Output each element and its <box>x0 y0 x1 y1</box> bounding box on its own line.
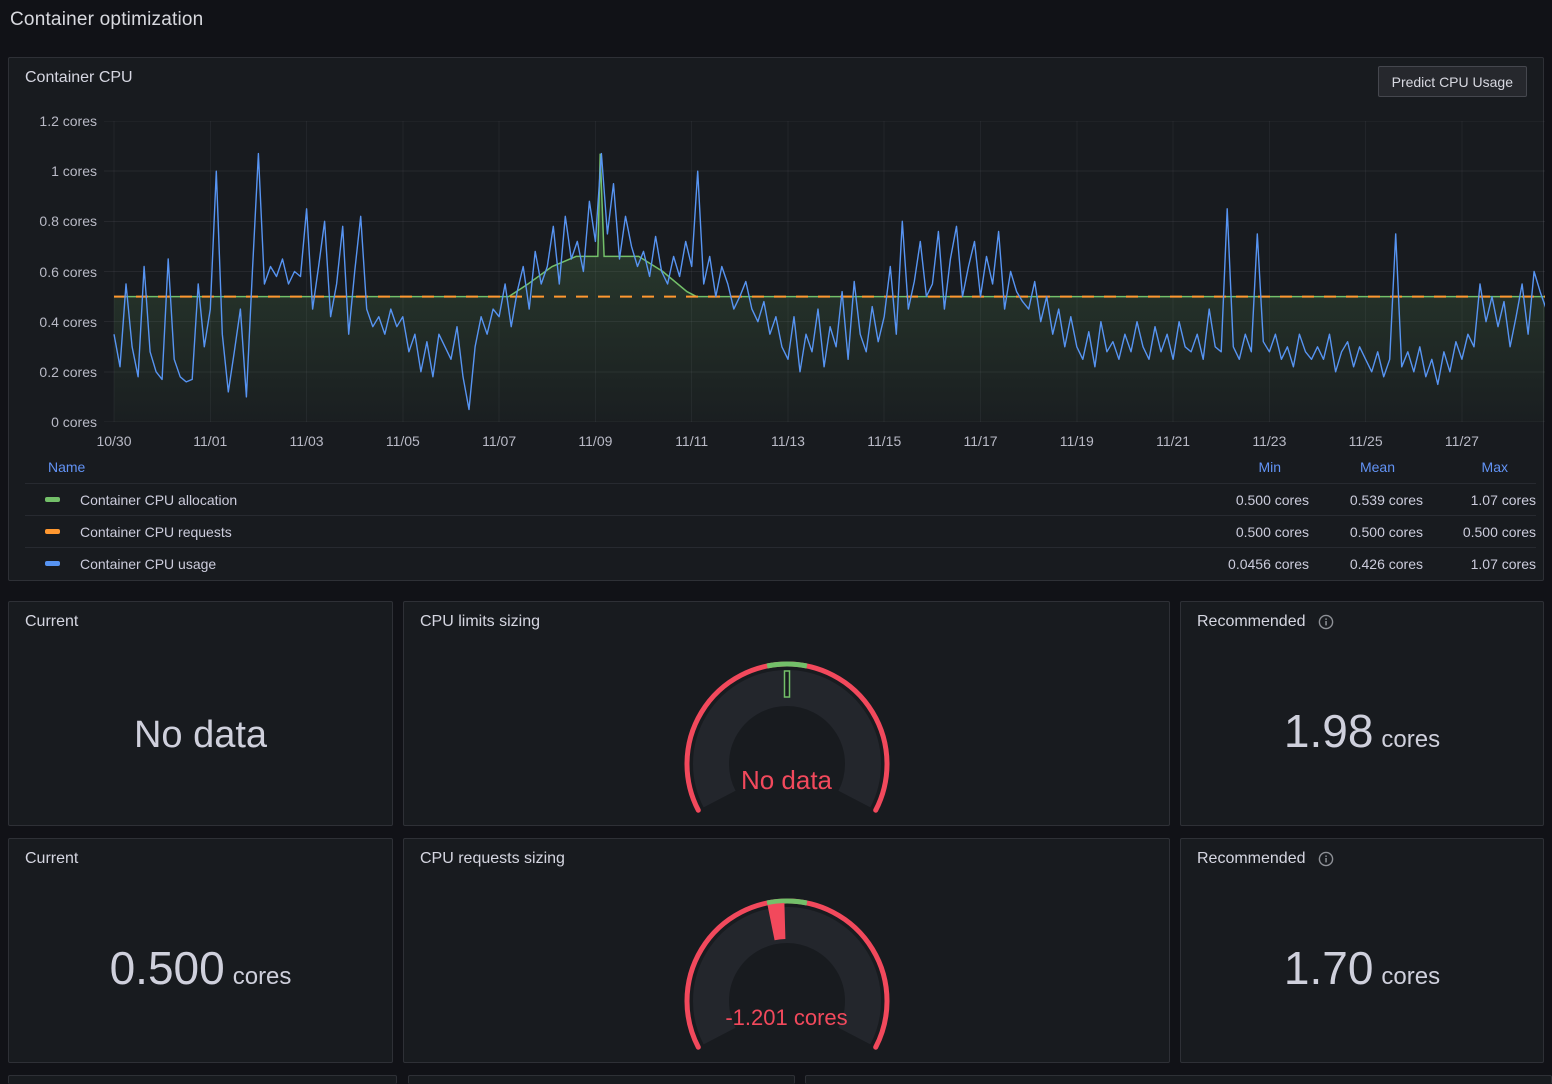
cpu-requests-sizing-panel: CPU requests sizing -1.201 cores <box>403 838 1170 1063</box>
usage-max: 1.07 cores <box>1423 556 1536 572</box>
legend-sort-mean[interactable]: Mean <box>1309 459 1423 475</box>
legend-sort-min[interactable]: Min <box>1159 459 1309 475</box>
cpu-time-series-chart[interactable] <box>104 121 1545 422</box>
current-request-value: 0.500 cores <box>9 945 392 1000</box>
y-axis-tick: 0.8 cores <box>11 211 97 231</box>
usage-min: 0.0456 cores <box>1159 556 1309 572</box>
legend-series-requests[interactable]: Container CPU requests <box>25 524 1159 540</box>
info-icon[interactable] <box>1318 614 1334 630</box>
allocation-min: 0.500 cores <box>1159 492 1309 508</box>
legend-sort-name[interactable]: Name <box>25 459 1159 475</box>
x-axis-tick: 11/09 <box>565 432 625 450</box>
legend-label: Container CPU requests <box>80 524 232 540</box>
stat-number: 1.98 <box>1284 705 1374 757</box>
page-title: Container optimization <box>10 9 203 31</box>
stat-number: 0.500 <box>110 942 225 994</box>
recommended-limit-value: 1.98 cores <box>1181 708 1543 763</box>
allocation-mean: 0.539 cores <box>1309 492 1423 508</box>
x-axis-tick: 10/30 <box>84 432 144 450</box>
legend-header-row: Name Min Mean Max <box>25 451 1536 483</box>
panel-title-cpu-limits-sizing[interactable]: CPU limits sizing <box>420 613 540 631</box>
gauge-threshold-marker <box>784 671 789 697</box>
info-icon[interactable] <box>1318 851 1334 867</box>
partial-panel <box>805 1075 1552 1084</box>
panel-title-container-cpu[interactable]: Container CPU <box>25 69 133 87</box>
x-axis-tick: 11/25 <box>1336 432 1396 450</box>
usage-mean: 0.426 cores <box>1309 556 1423 572</box>
legend-series-usage[interactable]: Container CPU usage <box>25 556 1159 572</box>
cpu-requests-gauge-value: -1.201 cores <box>404 1005 1169 1031</box>
requests-mean: 0.500 cores <box>1309 524 1423 540</box>
legend-label: Container CPU allocation <box>80 492 237 508</box>
y-axis-tick: 1.2 cores <box>11 111 97 131</box>
current-limit-panel: Current No data <box>8 601 393 826</box>
x-axis-tick: 11/13 <box>758 432 818 450</box>
x-axis-tick: 11/15 <box>854 432 914 450</box>
partial-panel <box>8 1075 397 1084</box>
legend-row-requests: Container CPU requests 0.500 cores 0.500… <box>25 515 1536 547</box>
x-axis-tick: 11/03 <box>277 432 337 450</box>
gauge-green-segment <box>767 901 807 903</box>
y-axis-tick: 0.6 cores <box>11 262 97 282</box>
panel-title-recommended[interactable]: Recommended <box>1197 850 1306 868</box>
requests-series-swatch <box>45 529 60 534</box>
recommended-limit-panel: Recommended 1.98 cores <box>1180 601 1544 826</box>
container-cpu-panel: Container CPU Predict CPU Usage 1.2 core… <box>8 57 1544 581</box>
panel-title-recommended[interactable]: Recommended <box>1197 613 1306 631</box>
recommended-request-panel: Recommended 1.70 cores <box>1180 838 1544 1063</box>
gauge-green-segment <box>767 664 807 666</box>
current-request-panel: Current 0.500 cores <box>8 838 393 1063</box>
legend-sort-max[interactable]: Max <box>1423 459 1536 475</box>
stat-unit: cores <box>233 963 292 990</box>
current-limit-value: No data <box>9 714 392 757</box>
stat-number: 1.70 <box>1284 942 1374 994</box>
panel-title-current[interactable]: Current <box>25 613 78 631</box>
x-axis-tick: 11/21 <box>1143 432 1203 450</box>
cpu-limits-sizing-panel: CPU limits sizing No data <box>403 601 1170 826</box>
cpu-limits-gauge-value: No data <box>404 765 1169 796</box>
legend-label: Container CPU usage <box>80 556 216 572</box>
y-axis-tick: 0 cores <box>11 412 97 432</box>
x-axis-tick: 11/23 <box>1239 432 1299 450</box>
cpu-requests-gauge <box>667 896 907 1066</box>
requests-max: 0.500 cores <box>1423 524 1536 540</box>
stat-unit: cores <box>1381 726 1440 753</box>
cpu-limits-gauge <box>667 659 907 829</box>
legend-series-allocation[interactable]: Container CPU allocation <box>25 492 1159 508</box>
y-axis-tick: 1 cores <box>11 161 97 181</box>
legend-row-allocation: Container CPU allocation 0.500 cores 0.5… <box>25 483 1536 515</box>
legend-row-usage: Container CPU usage 0.0456 cores 0.426 c… <box>25 547 1536 579</box>
x-axis-tick: 11/07 <box>469 432 529 450</box>
allocation-series-swatch <box>45 497 60 502</box>
panel-title-cpu-requests-sizing[interactable]: CPU requests sizing <box>420 850 565 868</box>
predict-cpu-usage-button[interactable]: Predict CPU Usage <box>1378 66 1527 97</box>
x-axis-tick: 11/01 <box>180 432 240 450</box>
allocation-max: 1.07 cores <box>1423 492 1536 508</box>
recommended-request-value: 1.70 cores <box>1181 945 1543 1000</box>
x-axis-tick: 11/19 <box>1047 432 1107 450</box>
usage-series-swatch <box>45 561 60 566</box>
partial-panel <box>408 1075 795 1084</box>
y-axis-tick: 0.4 cores <box>11 312 97 332</box>
legend-table: Name Min Mean Max Container CPU allocati… <box>25 451 1536 579</box>
x-axis-tick: 11/11 <box>662 432 722 450</box>
panel-title-current[interactable]: Current <box>25 850 78 868</box>
stat-unit: cores <box>1381 963 1440 990</box>
y-axis-tick: 0.2 cores <box>11 362 97 382</box>
x-axis-tick: 11/17 <box>951 432 1011 450</box>
x-axis-tick: 11/05 <box>373 432 433 450</box>
x-axis-tick: 11/27 <box>1432 432 1492 450</box>
requests-min: 0.500 cores <box>1159 524 1309 540</box>
